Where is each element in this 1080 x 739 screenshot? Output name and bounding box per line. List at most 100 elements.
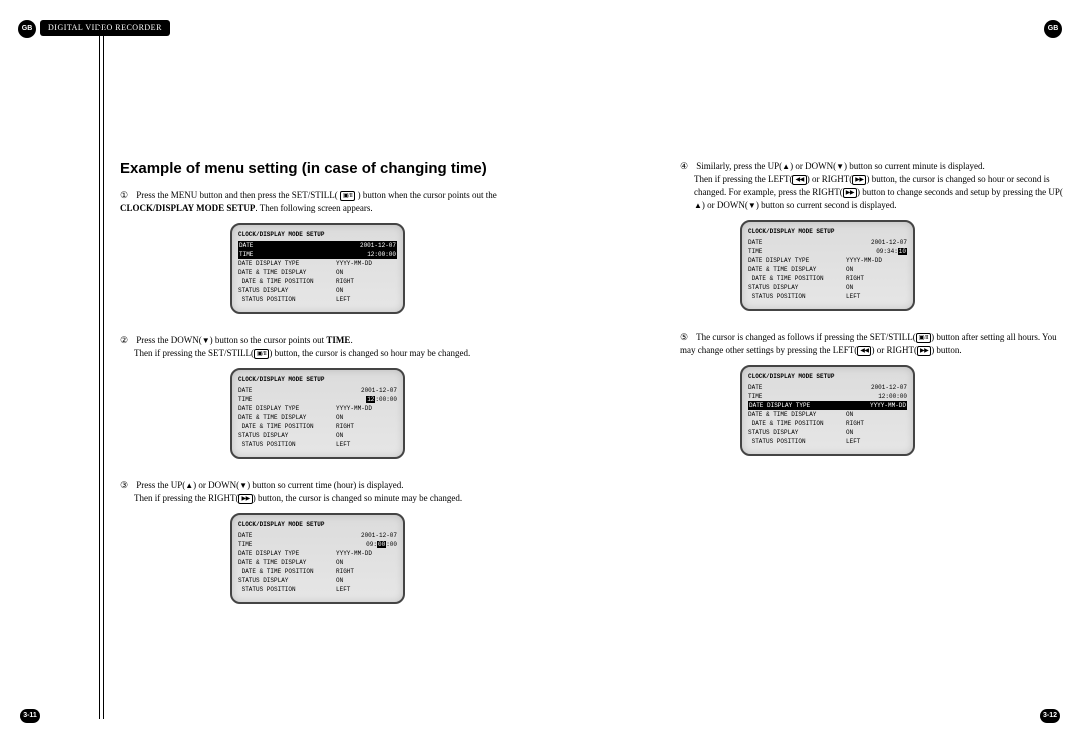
osd-label: STATUS POSITION (238, 585, 336, 594)
osd-label: DATE DISPLAY TYPE (748, 256, 846, 265)
text: ) or DOWN( (790, 161, 836, 171)
up-icon: ▲ (185, 480, 193, 492)
osd-value: 12:00:00 (338, 250, 397, 259)
osd-label: DATE & TIME POSITION (238, 567, 336, 576)
osd-value: 12:00:00 (336, 395, 397, 404)
text: Similarly, press the UP( (696, 161, 782, 171)
left-icon: ◀◀ (857, 346, 871, 356)
osd-label: STATUS DISPLAY (238, 576, 336, 585)
osd-screen-3: CLOCK/DISPLAY MODE SETUP DATE2001-12-07 … (230, 513, 405, 604)
gb-badge-left: GB (18, 20, 36, 38)
osd-label: STATUS DISPLAY (238, 286, 336, 295)
osd-value: ON (336, 413, 397, 422)
osd-label: TIME (238, 540, 336, 549)
osd-label: TIME (748, 247, 846, 256)
osd-value: 2001-12-07 (846, 238, 907, 247)
osd-value-part: :00 (386, 541, 397, 548)
osd-screen-2: CLOCK/DISPLAY MODE SETUP DATE2001-12-07 … (230, 368, 405, 459)
step-number: ② (120, 334, 134, 347)
osd-value: ON (846, 265, 907, 274)
text: ) button, the cursor is changed so hour … (269, 348, 470, 358)
osd-value: LEFT (846, 292, 907, 301)
text: ) button, the cursor is changed so minut… (253, 493, 462, 503)
osd-label: DATE & TIME DISPLAY (238, 413, 336, 422)
osd-value: ON (846, 283, 907, 292)
osd-label: DATE & TIME POSITION (238, 422, 336, 431)
osd-label: DATE & TIME DISPLAY (748, 265, 846, 274)
text: Then if pressing the LEFT( (694, 174, 792, 184)
osd-label: DATE DISPLAY TYPE (238, 404, 336, 413)
osd-value: LEFT (336, 295, 397, 304)
step-number: ⑤ (680, 331, 694, 344)
step-number: ④ (680, 160, 694, 173)
osd-label: DATE & TIME DISPLAY (748, 410, 846, 419)
osd-label: TIME (238, 250, 338, 259)
osd-label: DATE DISPLAY TYPE (238, 259, 336, 268)
osd-cursor: 10 (898, 248, 907, 255)
osd-value: 2001-12-07 (846, 383, 907, 392)
down-icon: ▼ (202, 335, 210, 347)
page-title: Example of menu setting (in case of chan… (120, 160, 510, 177)
text-bold: TIME (326, 335, 350, 345)
osd-title: CLOCK/DISPLAY MODE SETUP (748, 228, 907, 236)
osd-value: RIGHT (846, 419, 907, 428)
osd-title: CLOCK/DISPLAY MODE SETUP (238, 376, 397, 384)
setstill-icon: ▣/II (916, 333, 931, 343)
down-icon: ▼ (239, 480, 247, 492)
osd-cursor: 00 (377, 541, 386, 548)
osd-value: RIGHT (336, 277, 397, 286)
osd-value: ON (846, 428, 907, 437)
osd-value: YYYY-MM-DD (848, 401, 907, 410)
osd-value: ON (336, 576, 397, 585)
osd-label: STATUS DISPLAY (748, 283, 846, 292)
text: ) or RIGHT( (871, 345, 917, 355)
step-number: ① (120, 189, 134, 202)
osd-label: STATUS DISPLAY (238, 431, 336, 440)
osd-screen-4: CLOCK/DISPLAY MODE SETUP DATE2001-12-07 … (740, 220, 915, 311)
osd-title: CLOCK/DISPLAY MODE SETUP (238, 521, 397, 529)
osd-cursor: 12 (366, 396, 375, 403)
osd-label: DATE (238, 241, 338, 250)
down-icon: ▼ (748, 200, 756, 212)
osd-label: TIME (238, 395, 336, 404)
osd-label: DATE (238, 386, 336, 395)
osd-value: YYYY-MM-DD (336, 259, 397, 268)
step-5: ⑤ The cursor is changed as follows if pr… (680, 331, 1070, 357)
text: . Then following screen appears. (255, 203, 372, 213)
text: Then if pressing the RIGHT( (134, 493, 238, 503)
osd-value: RIGHT (336, 422, 397, 431)
osd-label: STATUS POSITION (748, 292, 846, 301)
right-icon: ▶▶ (852, 175, 866, 185)
osd-title: CLOCK/DISPLAY MODE SETUP (238, 231, 397, 239)
osd-label: DATE & TIME POSITION (238, 277, 336, 286)
step-3: ③ Press the UP(▲) or DOWN(▼) button so c… (120, 479, 510, 505)
osd-value: 2001-12-07 (336, 531, 397, 540)
osd-label: STATUS POSITION (748, 437, 846, 446)
step-4: ④ Similarly, press the UP(▲) or DOWN(▼) … (680, 160, 1070, 212)
text: Press the DOWN( (136, 335, 202, 345)
osd-value: ON (336, 431, 397, 440)
right-icon: ▶▶ (917, 346, 931, 356)
osd-value: RIGHT (846, 274, 907, 283)
left-icon: ◀◀ (792, 175, 806, 185)
right-icon: ▶▶ (238, 494, 252, 504)
osd-label: DATE (238, 531, 336, 540)
text: ) or DOWN( (193, 480, 239, 490)
osd-label: DATE & TIME POSITION (748, 419, 846, 428)
text: ) or RIGHT( (807, 174, 853, 184)
step-number: ③ (120, 479, 134, 492)
osd-value: YYYY-MM-DD (846, 256, 907, 265)
text: Press the MENU button and then press the… (136, 190, 337, 200)
text: ) button so the cursor points out (210, 335, 327, 345)
text: ) button so current second is displayed. (756, 200, 897, 210)
right-icon: ▶▶ (843, 188, 857, 198)
osd-screen-5: CLOCK/DISPLAY MODE SETUP DATE2001-12-07 … (740, 365, 915, 456)
osd-value: 09:00:00 (336, 540, 397, 549)
up-icon: ▲ (694, 200, 702, 212)
up-icon: ▲ (782, 161, 790, 173)
osd-label: DATE (748, 383, 846, 392)
osd-value: ON (336, 558, 397, 567)
gb-badge-right: GB (1044, 20, 1062, 38)
osd-label: DATE & TIME DISPLAY (238, 558, 336, 567)
osd-value-part: 09:34: (876, 248, 898, 255)
